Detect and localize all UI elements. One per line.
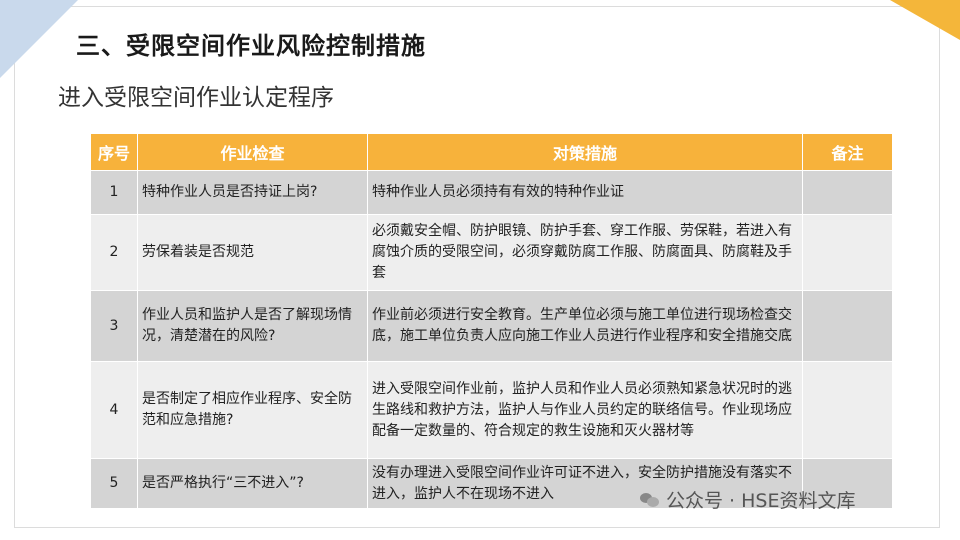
row-check: 是否严格执行“三不进入”? <box>137 458 368 509</box>
header-measure: 对策措施 <box>367 133 803 171</box>
row-measure: 特种作业人员必须持有有效的特种作业证 <box>367 170 803 215</box>
slide-title: 三、受限空间作业风险控制措施 <box>76 32 426 60</box>
header-check: 作业检查 <box>137 133 368 171</box>
watermark: 公众号 · HSE资料文库 <box>640 486 855 513</box>
table-header-row: 序号 作业检查 对策措施 备注 <box>90 133 893 171</box>
row-check: 是否制定了相应作业程序、安全防范和应急措施? <box>137 361 368 459</box>
slide-subtitle: 进入受限空间作业认定程序 <box>58 85 334 111</box>
row-number: 2 <box>90 214 138 291</box>
table-row: 2 劳保着装是否规范 必须戴安全帽、防护眼镜、防护手套、穿工作服、劳保鞋，若进入… <box>90 214 893 291</box>
row-check: 劳保着装是否规范 <box>137 214 368 291</box>
row-measure: 必须戴安全帽、防护眼镜、防护手套、穿工作服、劳保鞋，若进入有腐蚀介质的受限空间，… <box>367 214 803 291</box>
row-check: 作业人员和监护人是否了解现场情况，清楚潜在的风险? <box>137 290 368 362</box>
row-note <box>802 170 893 215</box>
row-measure: 进入受限空间作业前，监护人员和作业人员必须熟知紧急状况时的逃生路线和救护方法，监… <box>367 361 803 459</box>
row-number: 4 <box>90 361 138 459</box>
row-number: 5 <box>90 458 138 509</box>
row-note <box>802 361 893 459</box>
row-number: 1 <box>90 170 138 215</box>
header-note: 备注 <box>802 133 893 171</box>
row-number: 3 <box>90 290 138 362</box>
row-measure: 作业前必须进行安全教育。生产单位必须与施工单位进行现场检查交底，施工单位负责人应… <box>367 290 803 362</box>
row-note <box>802 290 893 362</box>
header-no: 序号 <box>90 133 138 171</box>
control-measures-table: 序号 作业检查 对策措施 备注 1 特种作业人员是否持证上岗? 特种作业人员必须… <box>90 133 893 509</box>
corner-decoration-right <box>890 0 960 40</box>
table-row: 3 作业人员和监护人是否了解现场情况，清楚潜在的风险? 作业前必须进行安全教育。… <box>90 290 893 362</box>
table-row: 4 是否制定了相应作业程序、安全防范和应急措施? 进入受限空间作业前，监护人员和… <box>90 361 893 459</box>
table-row: 1 特种作业人员是否持证上岗? 特种作业人员必须持有有效的特种作业证 <box>90 170 893 215</box>
corner-decoration-left <box>0 0 78 78</box>
watermark-text: 公众号 · HSE资料文库 <box>666 490 856 512</box>
row-note <box>802 214 893 291</box>
row-check: 特种作业人员是否持证上岗? <box>137 170 368 215</box>
wechat-icon <box>640 492 660 508</box>
